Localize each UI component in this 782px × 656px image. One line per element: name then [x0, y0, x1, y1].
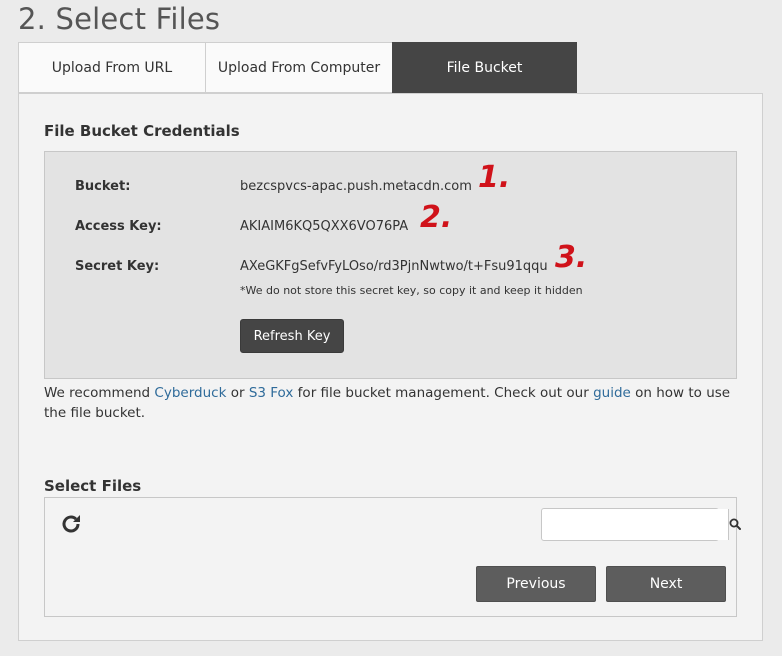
recommend-text-1: We recommend — [44, 385, 155, 401]
file-browser: Previous Next — [44, 497, 741, 617]
recommend-text-3: for file bucket management. Check out ou… — [293, 385, 594, 401]
tab-bar: Upload From URL Upload From Computer Fil… — [18, 42, 577, 93]
credentials-heading: File Bucket Credentials — [44, 122, 240, 140]
annotation-marker-3: 3. — [555, 240, 588, 275]
search-input[interactable] — [542, 509, 728, 540]
bucket-label: Bucket: — [75, 179, 131, 194]
tab-upload-from-computer[interactable]: Upload From Computer — [205, 42, 392, 93]
refresh-key-button[interactable]: Refresh Key — [240, 319, 344, 353]
search-button[interactable] — [728, 509, 741, 540]
guide-link[interactable]: guide — [593, 385, 631, 401]
next-button[interactable]: Next — [606, 566, 726, 602]
credentials-box: Bucket: bezcspvcs-apac.push.metacdn.com … — [44, 151, 737, 379]
file-bucket-panel: File Bucket Credentials Bucket: bezcspvc… — [18, 93, 763, 641]
annotation-marker-1: 1. — [478, 160, 511, 195]
select-files-heading: Select Files — [44, 477, 142, 495]
secret-key-label: Secret Key: — [75, 259, 160, 274]
recommendation-text: We recommend Cyberduck or S3 Fox for fil… — [44, 383, 744, 423]
tab-file-bucket[interactable]: File Bucket — [392, 42, 577, 93]
search-box — [541, 508, 741, 541]
annotation-marker-2: 2. — [420, 200, 453, 235]
recommend-text-2: or — [226, 385, 249, 401]
access-key-label: Access Key: — [75, 219, 162, 234]
page-title: 2. Select Files — [18, 2, 221, 36]
bucket-value: bezcspvcs-apac.push.metacdn.com — [240, 179, 472, 194]
access-key-value: AKIAIM6KQ5QXX6VO76PA — [240, 219, 409, 234]
refresh-icon[interactable] — [59, 512, 83, 536]
secret-key-note: *We do not store this secret key, so cop… — [240, 284, 583, 297]
cyberduck-link[interactable]: Cyberduck — [154, 385, 226, 401]
secret-key-value: AXeGKFgSefvFyLOso/rd3PjnNwtwo/t+Fsu91qqu — [240, 259, 548, 274]
search-icon — [729, 515, 741, 534]
tab-upload-from-url[interactable]: Upload From URL — [18, 42, 205, 93]
s3-fox-link[interactable]: S3 Fox — [249, 385, 294, 401]
previous-button[interactable]: Previous — [476, 566, 596, 602]
